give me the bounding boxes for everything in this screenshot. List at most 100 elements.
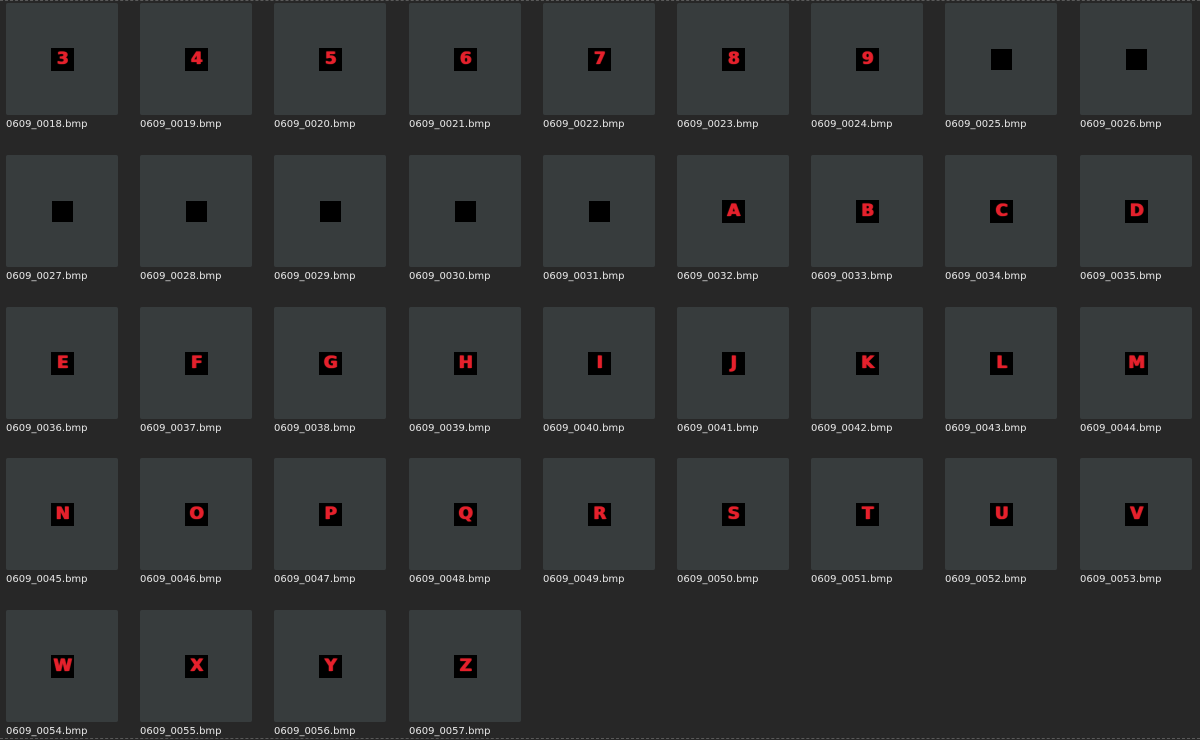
file-thumbnail[interactable]: T: [811, 458, 923, 570]
file-item[interactable]: K 0609_0042.bmp: [811, 307, 945, 459]
file-name-label[interactable]: 0609_0030.bmp: [409, 271, 541, 283]
file-name-label[interactable]: 0609_0048.bmp: [409, 574, 541, 586]
file-name-label[interactable]: 0609_0052.bmp: [945, 574, 1077, 586]
file-item[interactable]: 0609_0030.bmp: [409, 155, 543, 307]
file-thumbnail[interactable]: C: [945, 155, 1057, 267]
file-item[interactable]: S 0609_0050.bmp: [677, 458, 811, 610]
file-item[interactable]: T 0609_0051.bmp: [811, 458, 945, 610]
file-item[interactable]: I 0609_0040.bmp: [543, 307, 677, 459]
file-thumbnail[interactable]: H: [409, 307, 521, 419]
file-thumbnail[interactable]: 6: [409, 3, 521, 115]
file-thumbnail[interactable]: 4: [140, 3, 252, 115]
file-item[interactable]: 3 0609_0018.bmp: [6, 3, 140, 155]
file-thumbnail[interactable]: Y: [274, 610, 386, 722]
file-item[interactable]: 0609_0028.bmp: [140, 155, 274, 307]
file-name-label[interactable]: 0609_0051.bmp: [811, 574, 943, 586]
file-name-label[interactable]: 0609_0024.bmp: [811, 119, 943, 131]
file-name-label[interactable]: 0609_0040.bmp: [543, 423, 675, 435]
file-item[interactable]: 0609_0031.bmp: [543, 155, 677, 307]
file-name-label[interactable]: 0609_0029.bmp: [274, 271, 406, 283]
file-name-label[interactable]: 0609_0031.bmp: [543, 271, 675, 283]
file-item[interactable]: Y 0609_0056.bmp: [274, 610, 408, 740]
file-name-label[interactable]: 0609_0021.bmp: [409, 119, 541, 131]
file-thumbnail[interactable]: E: [6, 307, 118, 419]
file-name-label[interactable]: 0609_0036.bmp: [6, 423, 138, 435]
file-item[interactable]: 8 0609_0023.bmp: [677, 3, 811, 155]
file-name-label[interactable]: 0609_0041.bmp: [677, 423, 809, 435]
file-name-label[interactable]: 0609_0035.bmp: [1080, 271, 1200, 283]
file-thumbnail[interactable]: G: [274, 307, 386, 419]
file-thumbnail[interactable]: D: [1080, 155, 1192, 267]
file-name-label[interactable]: 0609_0050.bmp: [677, 574, 809, 586]
file-item[interactable]: F 0609_0037.bmp: [140, 307, 274, 459]
file-item[interactable]: B 0609_0033.bmp: [811, 155, 945, 307]
file-thumbnail[interactable]: B: [811, 155, 923, 267]
file-thumbnail[interactable]: J: [677, 307, 789, 419]
file-name-label[interactable]: 0609_0049.bmp: [543, 574, 675, 586]
file-thumbnail[interactable]: M: [1080, 307, 1192, 419]
file-item[interactable]: G 0609_0038.bmp: [274, 307, 408, 459]
file-thumbnail[interactable]: [140, 155, 252, 267]
file-thumbnail[interactable]: Q: [409, 458, 521, 570]
file-name-label[interactable]: 0609_0019.bmp: [140, 119, 272, 131]
file-thumbnail[interactable]: [543, 155, 655, 267]
file-item[interactable]: 6 0609_0021.bmp: [409, 3, 543, 155]
file-item[interactable]: 0609_0025.bmp: [945, 3, 1079, 155]
file-thumbnail[interactable]: K: [811, 307, 923, 419]
file-thumbnail[interactable]: A: [677, 155, 789, 267]
file-item[interactable]: 7 0609_0022.bmp: [543, 3, 677, 155]
file-name-label[interactable]: 0609_0032.bmp: [677, 271, 809, 283]
file-item[interactable]: N 0609_0045.bmp: [6, 458, 140, 610]
file-item[interactable]: 9 0609_0024.bmp: [811, 3, 945, 155]
file-name-label[interactable]: 0609_0025.bmp: [945, 119, 1077, 131]
file-thumbnail[interactable]: P: [274, 458, 386, 570]
file-item[interactable]: J 0609_0041.bmp: [677, 307, 811, 459]
file-thumbnail[interactable]: [1080, 3, 1192, 115]
file-name-label[interactable]: 0609_0039.bmp: [409, 423, 541, 435]
file-name-label[interactable]: 0609_0055.bmp: [140, 726, 272, 738]
file-thumbnail[interactable]: [409, 155, 521, 267]
file-name-label[interactable]: 0609_0018.bmp: [6, 119, 138, 131]
file-thumbnail[interactable]: [945, 3, 1057, 115]
file-thumbnail[interactable]: 9: [811, 3, 923, 115]
file-thumbnail[interactable]: U: [945, 458, 1057, 570]
file-name-label[interactable]: 0609_0057.bmp: [409, 726, 541, 738]
file-name-label[interactable]: 0609_0044.bmp: [1080, 423, 1200, 435]
file-name-label[interactable]: 0609_0020.bmp: [274, 119, 406, 131]
file-item[interactable]: U 0609_0052.bmp: [945, 458, 1079, 610]
file-thumbnail[interactable]: 3: [6, 3, 118, 115]
file-thumbnail[interactable]: R: [543, 458, 655, 570]
file-name-label[interactable]: 0609_0033.bmp: [811, 271, 943, 283]
file-thumbnail[interactable]: Z: [409, 610, 521, 722]
file-thumbnail[interactable]: S: [677, 458, 789, 570]
file-item[interactable]: W 0609_0054.bmp: [6, 610, 140, 740]
file-item[interactable]: X 0609_0055.bmp: [140, 610, 274, 740]
file-name-label[interactable]: 0609_0054.bmp: [6, 726, 138, 738]
file-thumbnail[interactable]: F: [140, 307, 252, 419]
file-item[interactable]: L 0609_0043.bmp: [945, 307, 1079, 459]
file-thumbnail[interactable]: 5: [274, 3, 386, 115]
file-name-label[interactable]: 0609_0045.bmp: [6, 574, 138, 586]
file-item[interactable]: M 0609_0044.bmp: [1080, 307, 1200, 459]
file-name-label[interactable]: 0609_0034.bmp: [945, 271, 1077, 283]
file-item[interactable]: O 0609_0046.bmp: [140, 458, 274, 610]
file-item[interactable]: Q 0609_0048.bmp: [409, 458, 543, 610]
file-name-label[interactable]: 0609_0043.bmp: [945, 423, 1077, 435]
file-thumbnail[interactable]: L: [945, 307, 1057, 419]
file-item[interactable]: C 0609_0034.bmp: [945, 155, 1079, 307]
file-thumbnail[interactable]: 8: [677, 3, 789, 115]
file-thumbnail[interactable]: N: [6, 458, 118, 570]
file-item[interactable]: 0609_0029.bmp: [274, 155, 408, 307]
file-name-label[interactable]: 0609_0027.bmp: [6, 271, 138, 283]
file-thumbnail[interactable]: 7: [543, 3, 655, 115]
file-item[interactable]: H 0609_0039.bmp: [409, 307, 543, 459]
file-thumbnail[interactable]: I: [543, 307, 655, 419]
file-item[interactable]: A 0609_0032.bmp: [677, 155, 811, 307]
file-name-label[interactable]: 0609_0038.bmp: [274, 423, 406, 435]
file-item[interactable]: Z 0609_0057.bmp: [409, 610, 543, 740]
file-thumbnail[interactable]: [274, 155, 386, 267]
file-item[interactable]: 0609_0027.bmp: [6, 155, 140, 307]
file-name-label[interactable]: 0609_0037.bmp: [140, 423, 272, 435]
file-name-label[interactable]: 0609_0042.bmp: [811, 423, 943, 435]
file-item[interactable]: 0609_0026.bmp: [1080, 3, 1200, 155]
